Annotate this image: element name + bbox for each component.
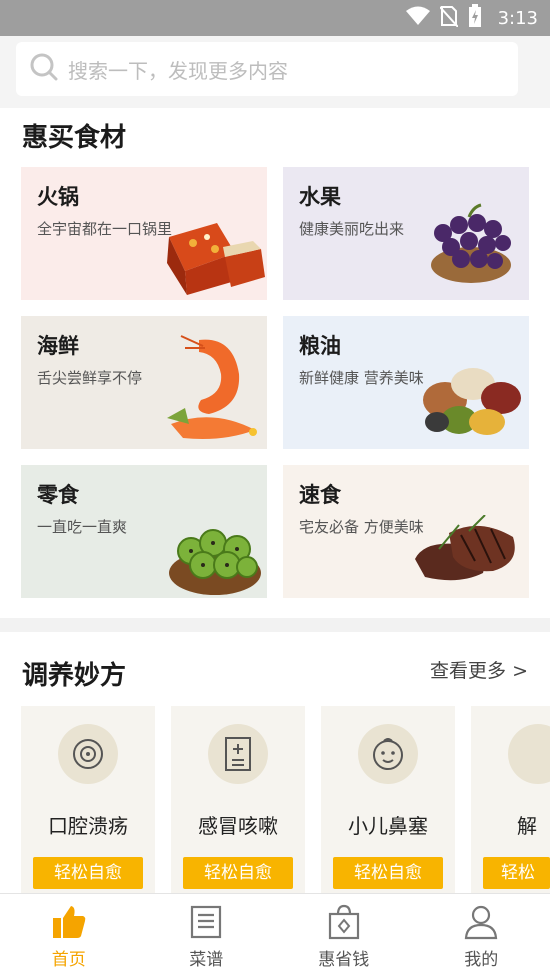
search-icon [30,53,58,85]
remedy-button[interactable]: 轻松 [483,857,550,889]
category-card-seafood[interactable]: 海鲜 舌尖尝鲜享不停 [21,316,267,449]
nav-item-me[interactable]: 我的 [413,894,550,977]
shrimp-icon [167,335,257,439]
category-subtitle: 健康美丽吃出来 [299,220,405,238]
section-divider [0,618,550,632]
remedy-name: 小儿鼻塞 [348,814,428,838]
category-subtitle: 新鲜健康 营养美味 [299,369,424,387]
remedy-button[interactable]: 轻松自愈 [333,857,443,889]
category-card-fruit[interactable]: 水果 健康美丽吃出来 [283,167,529,300]
steak-icon [415,515,515,581]
section-title-remedies: 调养妙方 [22,661,127,691]
remedy-button[interactable]: 轻松自愈 [33,857,143,889]
nav-label: 菜谱 [189,950,224,970]
category-title: 火锅 [37,185,79,209]
category-title: 速食 [299,483,341,507]
category-subtitle: 一直吃一直爽 [37,518,128,536]
person-icon [465,905,498,940]
medical-book-icon [208,724,268,784]
mouth-icon [58,724,118,784]
remedy-card-partial[interactable]: 解 轻松 [471,706,550,896]
beans-icon [423,368,521,435]
thumbs-up-icon [52,906,85,938]
bottom-nav: 首页 菜谱 惠省钱 我的 [0,893,550,977]
category-title: 水果 [299,185,341,209]
remedy-name: 感冒咳嗽 [198,814,278,838]
nav-label: 我的 [464,950,499,970]
grapes-icon [431,203,511,283]
nav-label: 首页 [51,950,86,970]
status-icons: 3:13 [405,0,538,36]
nav-item-save-money[interactable]: 惠省钱 [275,894,413,977]
category-title: 海鲜 [37,334,79,358]
see-more-link[interactable]: 查看更多 > [430,656,528,683]
status-bar: 3:13 [0,0,550,36]
category-subtitle: 舌尖尝鲜享不停 [37,369,143,387]
search-placeholder: 搜索一下，发现更多内容 [68,58,288,83]
category-title: 粮油 [299,334,341,358]
remedy-button[interactable]: 轻松自愈 [183,857,293,889]
category-subtitle: 全宇宙都在一口锅里 [37,220,173,238]
no-sim-icon [438,5,459,31]
nav-item-recipes[interactable]: 菜谱 [138,894,276,977]
category-card-hotpot[interactable]: 火锅 全宇宙都在一口锅里 [21,167,267,300]
hotpot-base-icon [167,223,265,295]
kiwi-chips-icon [169,529,261,595]
category-card-grain-oil[interactable]: 粮油 新鲜健康 营养美味 [283,316,529,449]
wifi-icon [405,6,430,30]
remedy-name: 解 [517,814,537,838]
nav-item-home[interactable]: 首页 [0,894,138,977]
remedy-card-cold-cough[interactable]: 感冒咳嗽 轻松自愈 [171,706,305,896]
category-card-fast-food[interactable]: 速食 宅友必备 方便美味 [283,465,529,598]
partial-icon [508,724,550,784]
shopping-bag-icon [328,904,359,940]
category-subtitle: 宅友必备 方便美味 [299,518,424,536]
category-title: 零食 [37,483,79,507]
nav-label: 惠省钱 [318,950,370,970]
battery-charging-icon [468,4,482,32]
remedy-card-mouth-ulcer[interactable]: 口腔溃疡 轻松自愈 [21,706,155,896]
search-input[interactable]: 搜索一下，发现更多内容 [16,42,518,96]
status-time: 3:13 [497,7,538,29]
section-title-ingredients: 惠买食材 [22,123,127,153]
remedy-card-baby-nasal[interactable]: 小儿鼻塞 轻松自愈 [321,706,455,896]
recipe-book-icon [191,905,222,939]
baby-face-icon [358,724,418,784]
remedy-name: 口腔溃疡 [48,814,128,838]
category-card-snacks[interactable]: 零食 一直吃一直爽 [21,465,267,598]
top-header: 3:13 搜索一下，发现更多内容 [0,0,550,108]
